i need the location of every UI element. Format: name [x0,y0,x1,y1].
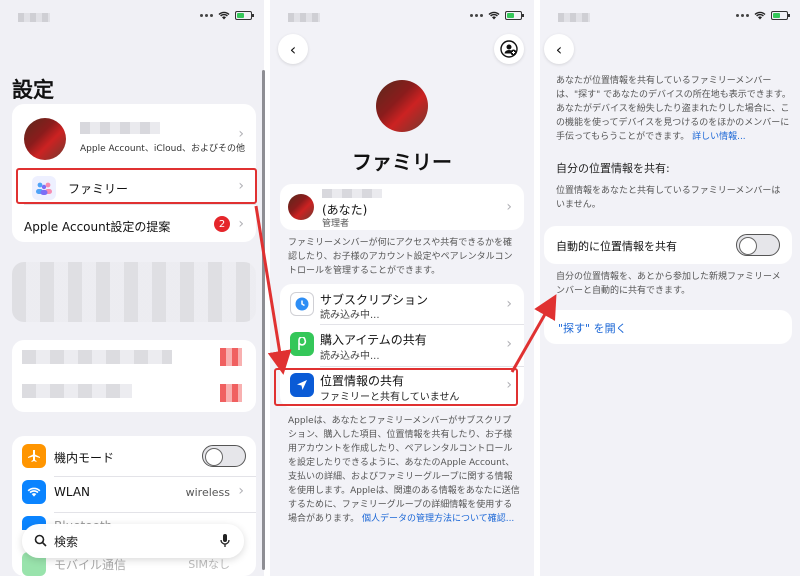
annotation-arrows [254,205,557,375]
arrow-to-findmy [510,294,557,373]
arrow-to-location [254,205,292,375]
